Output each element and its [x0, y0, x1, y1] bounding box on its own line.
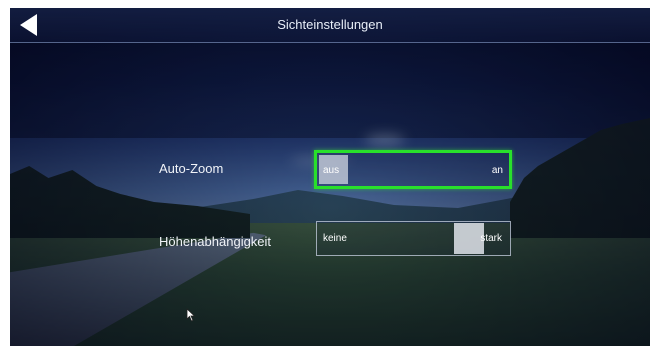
height-dependency-label: Höhenabhängigkeit — [159, 234, 272, 249]
auto-zoom-on-label: an — [491, 165, 503, 176]
height-dependency-slider[interactable]: keine stark — [316, 221, 511, 256]
height-dependency-max-label: stark — [480, 233, 502, 244]
mouse-cursor-icon — [186, 308, 196, 322]
page-title: Sichteinstellungen — [277, 17, 383, 32]
height-dependency-min-label: keine — [323, 233, 347, 244]
auto-zoom-off-label: aus — [323, 165, 340, 176]
auto-zoom-label: Auto-Zoom — [159, 161, 224, 176]
auto-zoom-toggle[interactable]: aus an — [314, 150, 512, 189]
settings-screen: Sichteinstellungen Auto-Zoom aus an Höhe… — [10, 8, 650, 346]
header-bar: Sichteinstellungen — [10, 8, 650, 43]
